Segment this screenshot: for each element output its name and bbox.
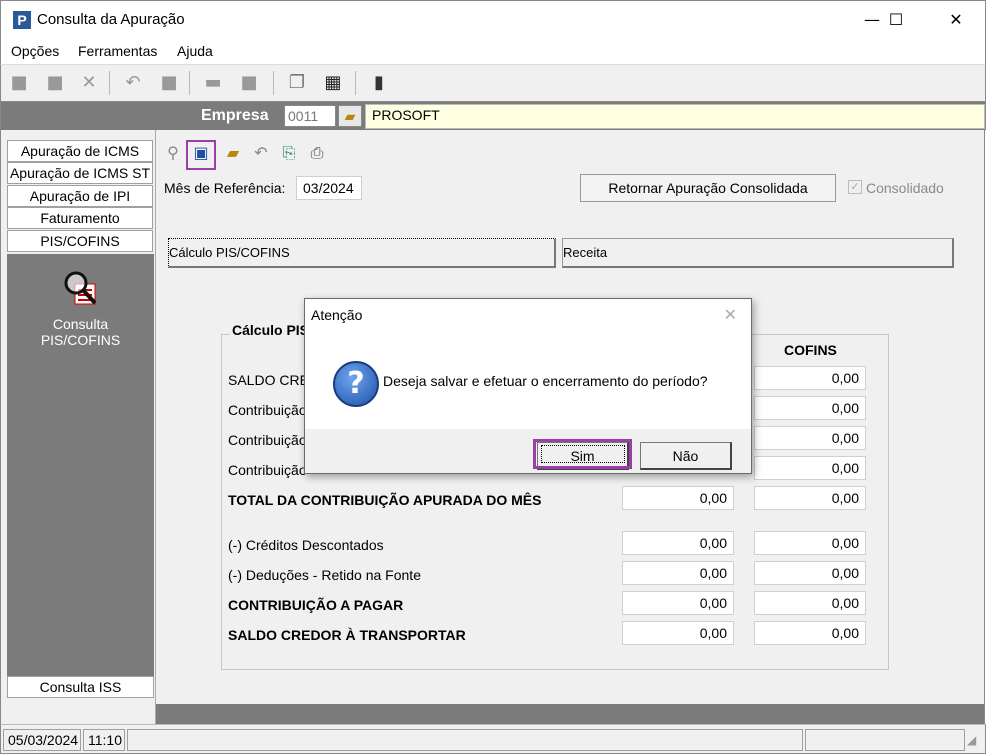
window-title: Consulta da Apuração [37,11,185,28]
status-bar: 05/03/2024 11:10 ◢ [0,724,986,754]
sidebar-item-pis-cofins[interactable]: PIS/COFINS [7,230,153,252]
menu-opcoes[interactable]: Opções [11,43,59,59]
row-label: Contribuição [228,402,307,418]
bottom-strip [156,704,985,724]
confirm-dialog: Atenção ✕ ? Deseja salvar e efetuar o en… [304,298,752,474]
menu-bar: Opções Ferramentas Ajuda [0,38,986,64]
cofins-value-field[interactable]: 0,00 [754,426,866,450]
toolbar-separator [273,71,274,95]
sidebar-item-consulta-iss[interactable]: Consulta ISS [7,676,154,698]
close-button[interactable]: ✕ [933,1,979,39]
nao-button[interactable]: Não [640,442,732,470]
row-label: Contribuição [228,462,307,478]
pis-value-field[interactable]: 0,00 [622,486,734,510]
search-icon[interactable]: ⚲ [162,142,184,164]
empresa-code-field[interactable]: 0011 [284,105,336,127]
row-label-a-pagar: CONTRIBUIÇÃO A PAGAR [228,597,404,613]
exit-door-icon[interactable]: ▮ [367,71,391,95]
cofins-value-field[interactable]: 0,00 [754,486,866,510]
consulta-label-line2: PIS/COFINS [40,332,121,348]
folder-edit-icon[interactable]: ▰ [222,142,244,164]
export-icon[interactable]: ⎘ [278,142,300,164]
status-date: 05/03/2024 [3,729,81,751]
status-extra [805,729,965,751]
consulta-pis-cofins-label[interactable]: Consulta PIS/COFINS [7,316,154,348]
status-message [127,729,803,751]
main-toolbar: ■ ■ ✕ ↶ ■ ▬ ■ ❐ ▦ ▮ [0,64,986,102]
menu-ajuda[interactable]: Ajuda [177,43,213,59]
cofins-value-field[interactable]: 0,00 [754,561,866,585]
tab-receita[interactable]: Receita [562,238,954,268]
row-label: Contribuição [228,432,307,448]
title-bar: P Consulta da Apuração — ☐ ✕ [0,0,986,38]
sim-button-highlight [533,439,632,469]
calculo-group-title: Cálculo PIS [230,322,312,338]
sidebar-item-apuracao-icms-st[interactable]: Apuração de ICMS ST [7,162,153,184]
empresa-label: Empresa [201,107,269,124]
sidebar: Apuração de ICMS Apuração de ICMS ST Apu… [0,130,156,724]
sidebar-item-apuracao-icms[interactable]: Apuração de ICMS [7,140,153,162]
cofins-value-field[interactable]: 0,00 [754,591,866,615]
toolbar-separator [355,71,356,95]
pis-value-field[interactable]: 0,00 [622,591,734,615]
tab-calculo-pis-cofins[interactable]: Cálculo PIS/COFINS [168,238,556,268]
undo-icon[interactable]: ↶ [121,71,145,95]
maximize-button[interactable]: ☐ [873,1,919,39]
cofins-value-field[interactable]: 0,00 [754,531,866,555]
sidebar-item-apuracao-ipi[interactable]: Apuração de IPI [7,185,153,207]
cofins-value-field[interactable]: 0,00 [754,456,866,480]
save-icon-highlight [186,140,216,170]
dialog-message: Deseja salvar e efetuar o encerramento d… [383,373,708,389]
toolbar-separator [109,71,110,95]
undo-icon[interactable]: ↶ [250,142,272,164]
delete-icon[interactable]: ✕ [77,71,101,95]
dialog-close-icon[interactable]: ✕ [724,305,737,324]
row-label: (-) Créditos Descontados [228,537,384,553]
new-icon[interactable]: ■ [7,71,31,95]
dialog-title: Atenção [311,307,363,323]
toolbar-separator [189,71,190,95]
resize-grip-icon[interactable]: ◢ [967,733,976,747]
diary-icon[interactable]: ▦ [321,71,345,95]
sidebar-item-faturamento[interactable]: Faturamento [7,207,153,229]
menu-ferramentas[interactable]: Ferramentas [78,43,157,59]
row-label: (-) Deduções - Retido na Fonte [228,567,421,583]
empresa-bar: Empresa 0011 ▰ PROSOFT [0,102,986,130]
row-label-saldo-transportar: SALDO CREDOR À TRANSPORTAR [228,627,466,643]
row-label-total: TOTAL DA CONTRIBUIÇÃO APURADA DO MÊS [228,492,542,508]
cofins-value-field[interactable]: 0,00 [754,366,866,390]
edit-icon[interactable]: ■ [43,71,67,95]
consulta-label-line1: Consulta [52,316,109,332]
truck-icon[interactable]: ■ [237,71,261,95]
mes-referencia-input[interactable]: 03/2024 [296,176,362,200]
pis-value-field[interactable]: 0,00 [622,561,734,585]
cofins-value-field[interactable]: 0,00 [754,621,866,645]
magnifier-report-icon[interactable] [61,270,105,310]
app-icon: P [13,11,31,29]
print-icon[interactable]: ▬ [201,71,225,95]
empresa-name-field: PROSOFT [365,104,985,129]
pis-value-field[interactable]: 0,00 [622,621,734,645]
stop-icon[interactable]: ■ [157,71,181,95]
folder-open-icon[interactable]: ▰ [338,105,362,127]
retornar-apuracao-button[interactable]: Retornar Apuração Consolidada [580,174,836,202]
status-time: 11:10 [83,729,125,751]
mes-referencia-label: Mês de Referência: [164,180,286,196]
pis-value-field[interactable]: 0,00 [622,531,734,555]
question-icon: ? [333,361,379,407]
consolidado-checkbox[interactable]: ✓ [848,180,862,194]
cofins-value-field[interactable]: 0,00 [754,396,866,420]
cofins-column-header: COFINS [784,342,837,358]
consolidado-label: Consolidado [866,180,944,196]
print-icon[interactable]: ⎙ [306,142,328,164]
copy-icon[interactable]: ❐ [285,71,309,95]
